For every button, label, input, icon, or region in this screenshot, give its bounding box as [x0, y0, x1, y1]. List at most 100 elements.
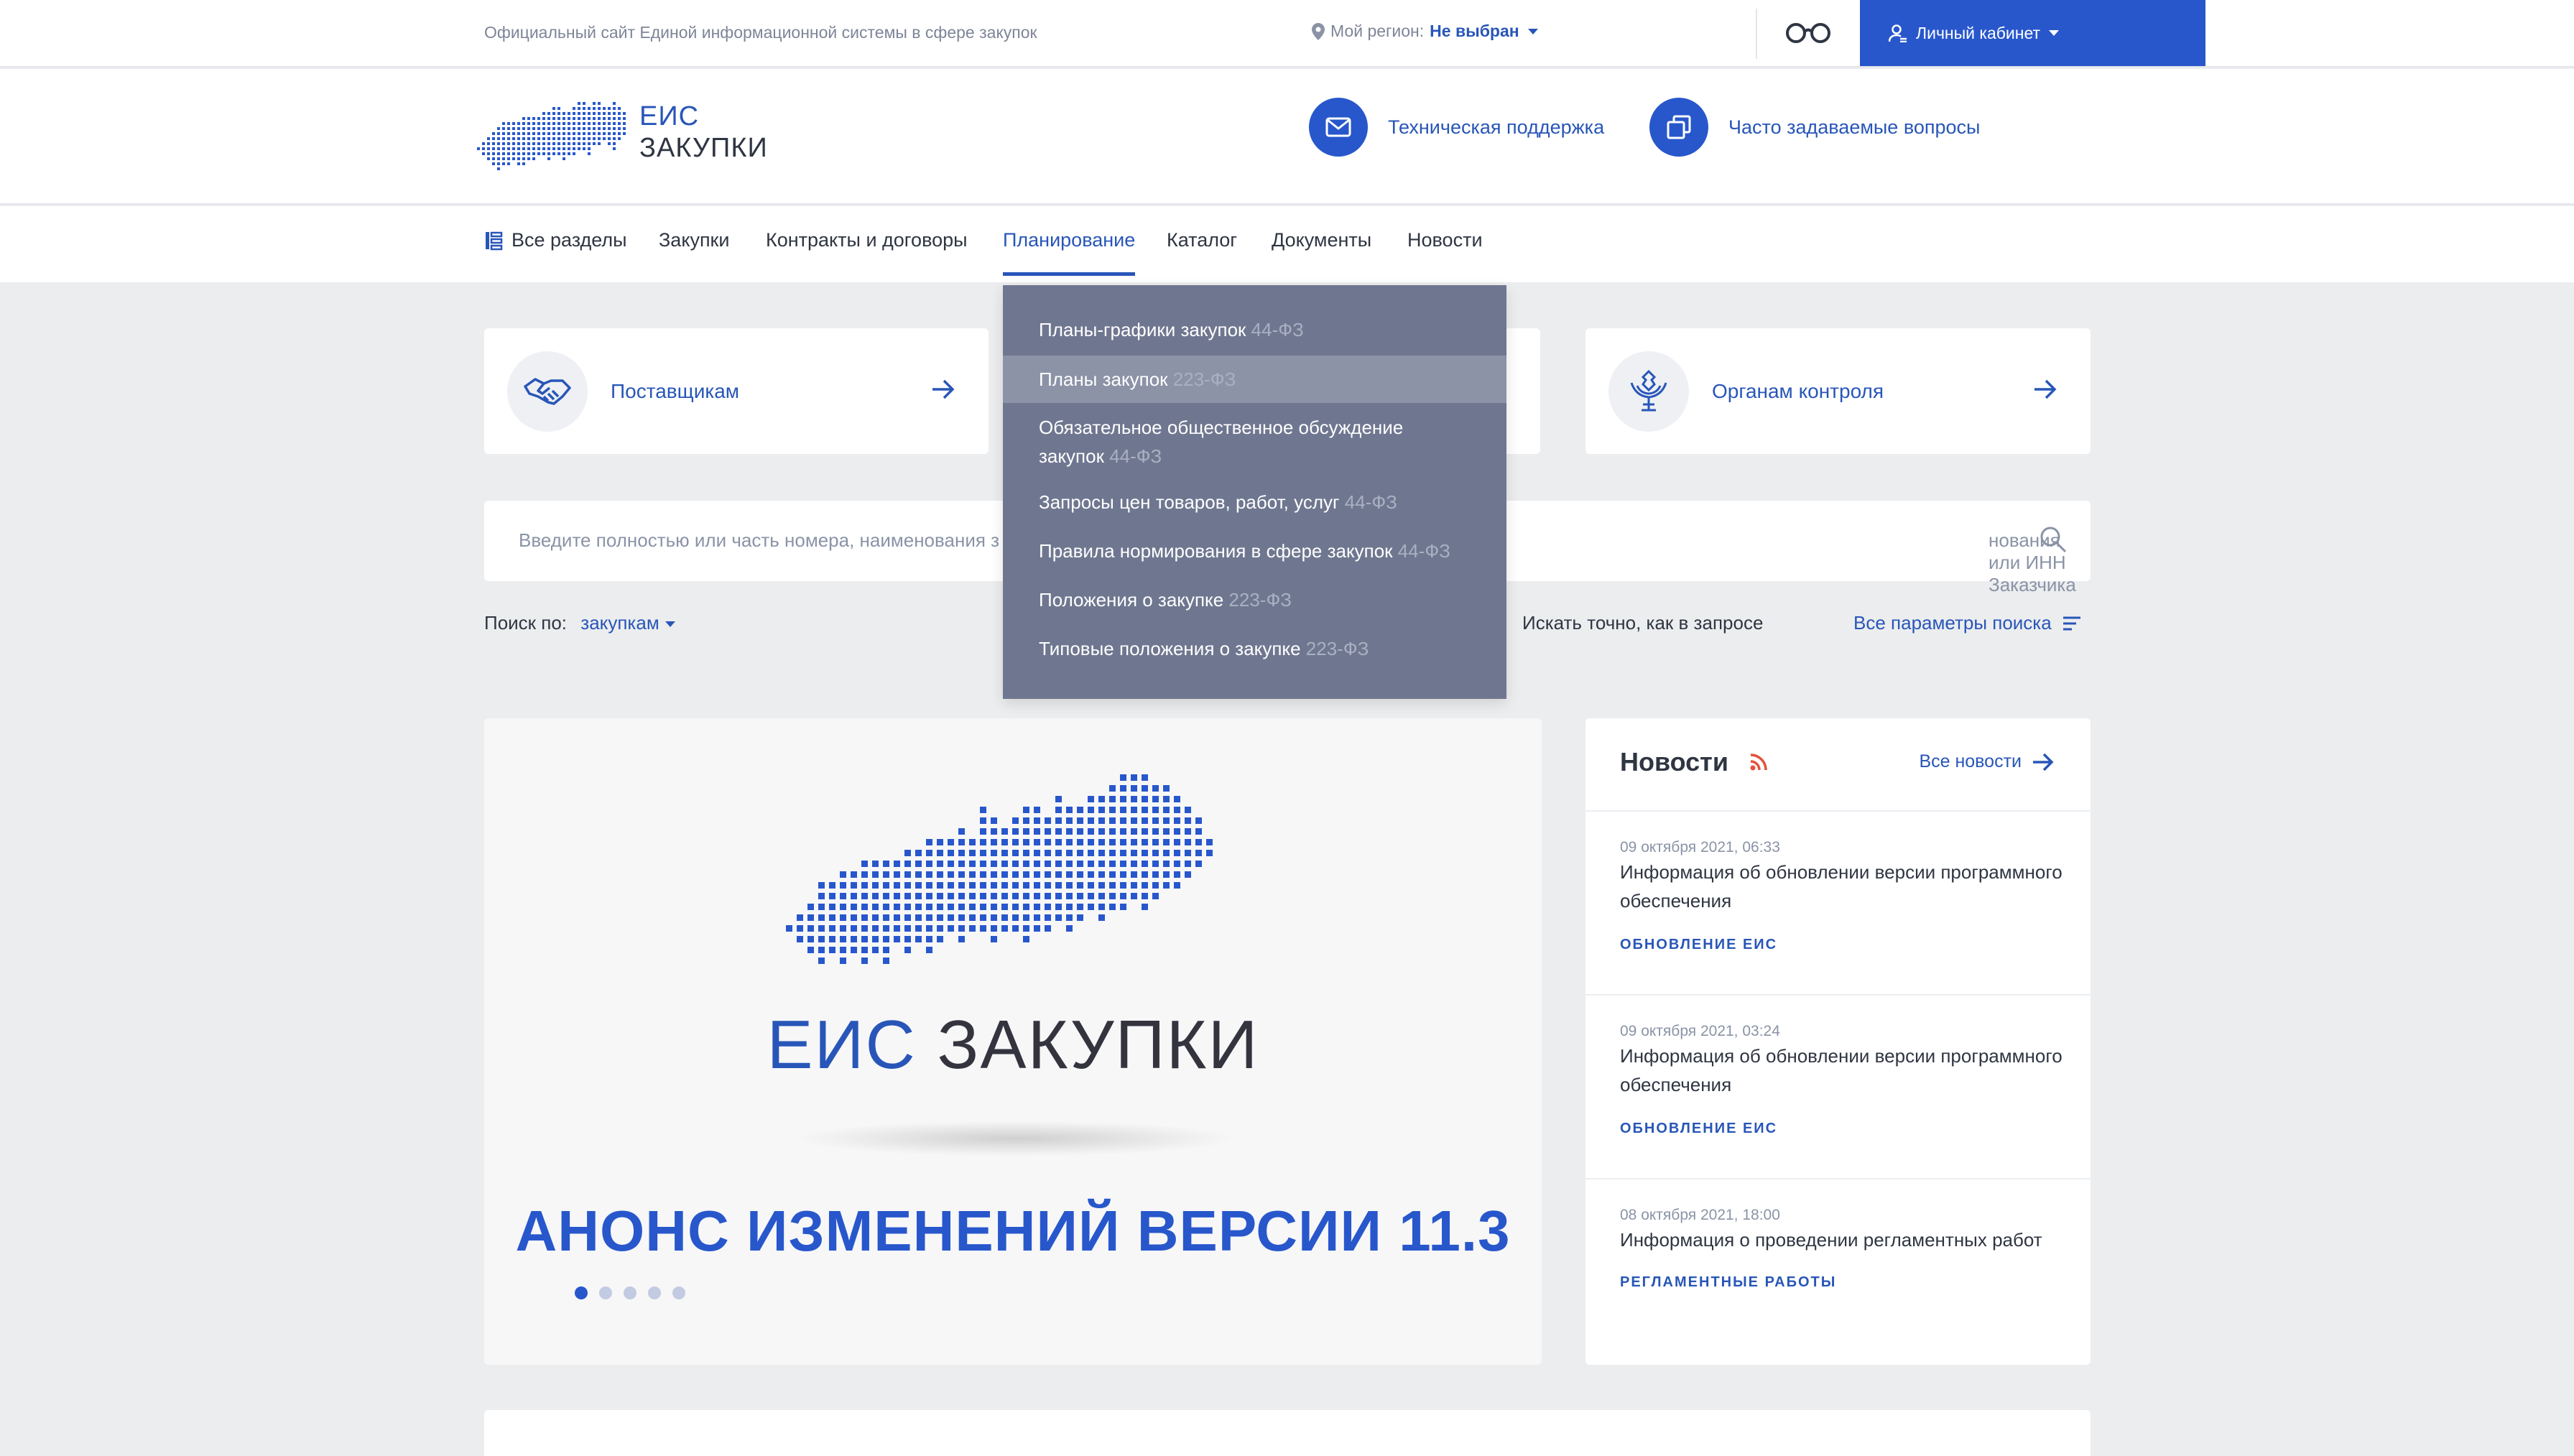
menu-item-purchase-plans[interactable]: Планы закупок 223-ФЗ: [1003, 356, 1506, 403]
nav-item-planning[interactable]: Планирование: [1003, 229, 1136, 276]
menu-item-label: Планы закупок: [1039, 368, 1168, 390]
arrow-right-icon: [932, 379, 955, 399]
russia-map-icon: [786, 774, 1213, 964]
chevron-down-icon: [2049, 30, 2060, 36]
news-tag[interactable]: РЕГЛАМЕНТНЫЕ РАБОТЫ: [1620, 1274, 1836, 1291]
slider-dot[interactable]: [624, 1286, 636, 1299]
menu-item-label: Правила нормирования в сфере закупок: [1039, 540, 1393, 562]
top-bar: Официальный сайт Единой информационной с…: [0, 0, 2574, 68]
location-pin-icon: [1312, 22, 1325, 40]
menu-item-model-regulations[interactable]: Типовые положения о закупке 223-ФЗ: [1003, 634, 1506, 663]
news-item-title[interactable]: Информация о проведении регламентных раб…: [1620, 1225, 2065, 1254]
news-item[interactable]: 09 октября 2021, 03:24 Информация об обн…: [1585, 994, 2091, 1178]
banner-title-part2: ЗАКУПКИ: [937, 1006, 1259, 1083]
banner-subtitle: АНОНС ИЗМЕНЕНИЙ ВЕРСИИ 11.3: [515, 1199, 1511, 1263]
search-by-label: Поиск по:: [484, 612, 568, 634]
menu-item-law: 223-ФЗ: [1172, 368, 1236, 390]
news-tag[interactable]: ОБНОВЛЕНИЕ ЕИС: [1620, 937, 1777, 953]
arrow-right-icon: [2034, 379, 2057, 399]
nav-item-contracts[interactable]: Контракты и договоры: [766, 229, 968, 251]
all-search-params-link[interactable]: Все параметры поиска: [1853, 612, 2080, 634]
slider-dot[interactable]: [648, 1286, 661, 1299]
search-icon[interactable]: [2039, 525, 2068, 554]
main-nav: Все разделы Закупки Контракты и договоры…: [0, 206, 2574, 282]
nav-item-documents[interactable]: Документы: [1272, 229, 1371, 251]
faq-label: Часто задаваемые вопросы: [1728, 116, 1981, 138]
news-date: 09 октября 2021, 03:24: [1620, 1023, 1780, 1039]
arrow-right-icon: [2033, 753, 2054, 771]
news-item[interactable]: 08 октября 2021, 18:00 Информация о пров…: [1585, 1178, 2091, 1362]
eis-logo-icon[interactable]: [477, 95, 631, 174]
menu-item-schedule-plans[interactable]: Планы-графики закупок 44-ФЗ: [1003, 315, 1506, 344]
search-placeholder-start: Введите полностью или часть номера, наим…: [519, 529, 1000, 551]
tech-support-link[interactable]: Техническая поддержка: [1309, 98, 1604, 157]
menu-item-price-requests[interactable]: Запросы цен товаров, работ, услуг 44-ФЗ: [1003, 488, 1506, 516]
nav-item-news[interactable]: Новости: [1407, 229, 1483, 251]
sections-icon: [486, 231, 503, 250]
slider-dot[interactable]: [599, 1286, 612, 1299]
news-tag[interactable]: ОБНОВЛЕНИЕ ЕИС: [1620, 1121, 1777, 1137]
nav-item-purchases[interactable]: Закупки: [659, 229, 729, 251]
copy-icon: [1649, 98, 1708, 157]
menu-item-public-discussion[interactable]: Обязательное общественное обсуждение зак…: [1003, 413, 1463, 470]
personal-cabinet-label: Личный кабинет: [1916, 23, 2041, 42]
banner-title-part1: ЕИС: [767, 1006, 917, 1083]
logo-line-1: ЕИС: [639, 101, 700, 131]
nav-item-catalog[interactable]: Каталог: [1167, 229, 1237, 251]
planning-dropdown-menu: Планы-графики закупок 44-ФЗ Планы закупо…: [1003, 285, 1506, 699]
tech-support-label: Техническая поддержка: [1388, 116, 1605, 138]
rss-icon[interactable]: [1749, 753, 1768, 771]
news-item[interactable]: 09 октября 2021, 06:33 Информация об обн…: [1585, 810, 2091, 994]
search-exact-option[interactable]: Искать точно, как в запросе: [1522, 612, 1763, 634]
glasses-icon[interactable]: [1783, 19, 1833, 47]
faq-link[interactable]: Часто задаваемые вопросы: [1649, 98, 1980, 157]
region-value[interactable]: Не выбран: [1430, 22, 1519, 41]
nav-all-sections-label: Все разделы: [511, 229, 627, 251]
handshake-icon: [507, 351, 588, 432]
logo-line-2: ЗАКУПКИ: [639, 133, 768, 163]
region-selector[interactable]: Мой регион: Не выбран: [1312, 22, 1538, 41]
bottom-section: [484, 1410, 2091, 1456]
slider-dot[interactable]: [672, 1286, 685, 1299]
all-news-label: Все новости: [1919, 751, 2022, 771]
site-description: Официальный сайт Единой информационной с…: [484, 23, 1037, 42]
mail-icon: [1309, 98, 1368, 157]
menu-item-label: Планы-графики закупок: [1039, 319, 1246, 340]
menu-item-law: 223-ФЗ: [1228, 589, 1292, 611]
menu-item-law: 44-ФЗ: [1109, 445, 1162, 467]
menu-item-law: 44-ФЗ: [1397, 540, 1450, 562]
menu-item-label: Запросы цен товаров, работ, услуг: [1039, 491, 1340, 513]
role-suppliers-label: Поставщикам: [611, 379, 740, 402]
chevron-down-icon: [1527, 28, 1538, 34]
menu-item-label: Обязательное общественное обсуждение зак…: [1039, 417, 1404, 467]
search-by-value: закупкам: [580, 612, 659, 634]
menu-item-purchase-regulations[interactable]: Положения о закупке 223-ФЗ: [1003, 585, 1506, 614]
menu-item-law: 44-ФЗ: [1251, 319, 1304, 340]
nav-all-sections[interactable]: Все разделы: [484, 229, 627, 251]
user-icon: [1889, 24, 1907, 42]
promo-banner[interactable]: ЕИС ЗАКУПКИ АНОНС ИЗМЕНЕНИЙ ВЕРСИИ 11.3: [484, 718, 1542, 1365]
menu-item-law: 44-ФЗ: [1344, 491, 1397, 513]
all-search-params-label: Все параметры поиска: [1853, 612, 2052, 634]
menu-item-label: Положения о закупке: [1039, 589, 1224, 611]
search-by-select[interactable]: закупкам: [580, 612, 675, 634]
personal-cabinet-button[interactable]: Личный кабинет: [1860, 0, 2205, 66]
slider-dots: [575, 1286, 685, 1299]
site-logo-text[interactable]: ЕИС ЗАКУПКИ: [639, 101, 768, 164]
role-card-suppliers[interactable]: Поставщикам: [484, 328, 989, 454]
region-label: Мой регион:: [1330, 22, 1425, 40]
slider-dot[interactable]: [575, 1286, 588, 1299]
role-control-label: Органам контроля: [1712, 379, 1884, 402]
news-item-title[interactable]: Информация об обновлении версии программ…: [1620, 1042, 2065, 1099]
banner-title: ЕИС ЗАКУПКИ: [484, 1006, 1542, 1085]
menu-item-law: 223-ФЗ: [1305, 638, 1369, 659]
search-by: Поиск по: закупкам: [484, 612, 675, 634]
role-card-control[interactable]: Органам контроля: [1585, 328, 2091, 454]
menu-item-norming-rules[interactable]: Правила нормирования в сфере закупок 44-…: [1003, 537, 1506, 565]
news-item-title[interactable]: Информация об обновлении версии программ…: [1620, 858, 2065, 915]
news-title: Новости: [1620, 747, 1728, 776]
chevron-down-icon: [665, 621, 675, 628]
menu-item-label: Типовые положения о закупке: [1039, 638, 1301, 659]
all-news-link[interactable]: Все новости: [1919, 751, 2055, 772]
divider: [1756, 9, 1757, 59]
